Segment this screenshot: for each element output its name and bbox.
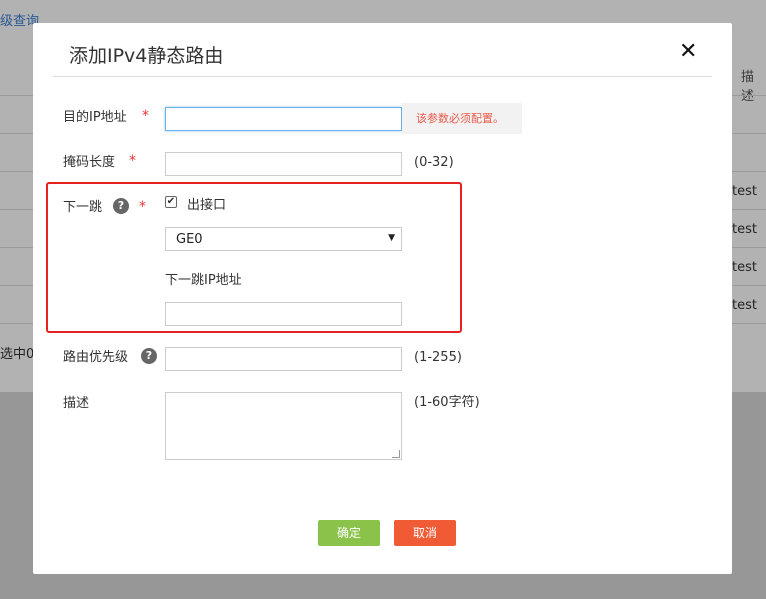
next-hop-ip-label: 下一跳IP地址: [165, 273, 242, 288]
description-textarea[interactable]: [165, 392, 402, 460]
description-label: 描述: [63, 396, 90, 411]
route-priority-input[interactable]: [165, 347, 402, 371]
dest-ip-label: 目的IP地址: [63, 110, 127, 125]
interface-select[interactable]: GE0 ▼: [165, 227, 402, 251]
dest-ip-error: 该参数必须配置。: [402, 103, 522, 134]
add-static-route-dialog: 添加IPv4静态路由 ✕ 目的IP地址 * 该参数必须配置。 掩码长度 * (0…: [33, 23, 732, 574]
interface-select-value: GE0: [176, 232, 203, 247]
next-hop-ip-input[interactable]: [165, 302, 402, 326]
outgoing-interface-checkbox[interactable]: ✔: [165, 196, 177, 208]
dest-ip-input[interactable]: [165, 107, 402, 131]
title-divider: [53, 76, 712, 77]
next-hop-label: 下一跳: [63, 200, 103, 215]
required-mark: *: [139, 199, 146, 215]
dialog-title: 添加IPv4静态路由: [69, 45, 224, 67]
resize-handle-icon[interactable]: [392, 450, 400, 458]
mask-length-hint: (0-32): [414, 155, 454, 170]
help-icon[interactable]: ?: [113, 198, 129, 214]
mask-length-label: 掩码长度: [63, 155, 116, 170]
help-icon[interactable]: ?: [141, 348, 157, 364]
description-hint: (1-60字符): [414, 395, 480, 410]
cancel-button[interactable]: 取消: [394, 520, 456, 546]
close-icon[interactable]: ✕: [679, 39, 697, 65]
required-mark: *: [129, 153, 136, 169]
route-priority-label: 路由优先级: [63, 350, 129, 365]
confirm-button[interactable]: 确定: [318, 520, 380, 546]
chevron-down-icon: ▼: [388, 233, 395, 243]
outgoing-interface-label: 出接口: [187, 198, 227, 213]
route-priority-hint: (1-255): [414, 350, 462, 365]
required-mark: *: [142, 108, 149, 124]
mask-length-input[interactable]: [165, 152, 402, 176]
